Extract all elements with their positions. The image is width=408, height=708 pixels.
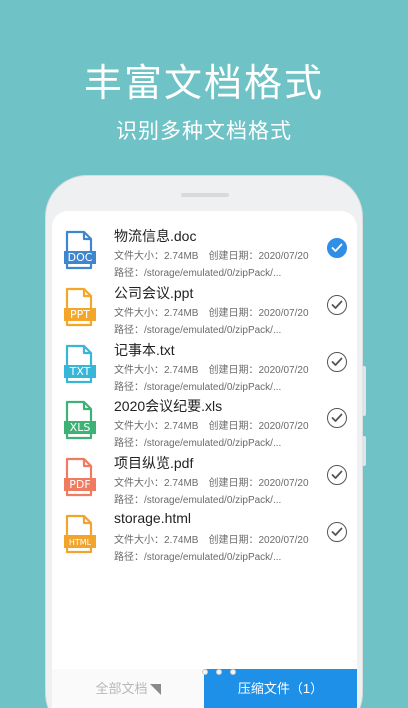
svg-text:HTML: HTML (69, 538, 92, 547)
page-dot (230, 669, 236, 675)
file-meta: 文件大小：2.74MB 创建日期：2020/07/20 (114, 247, 309, 262)
file-name: 物流信息.doc (114, 228, 197, 244)
checkmark-icon (331, 470, 343, 480)
file-meta: 文件大小：2.74MB 创建日期：2020/07/20 (114, 361, 309, 376)
file-path: 路径：/storage/emulated/0/zipPack/... (114, 268, 282, 279)
file-date: 创建日期：2020/07/20 (208, 307, 309, 319)
checkmark-icon (331, 413, 343, 423)
file-size: 文件大小：2.74MB (114, 364, 199, 376)
file-meta: 文件大小：2.74MB 创建日期：2020/07/20 (114, 531, 309, 546)
select-checkbox[interactable] (327, 294, 347, 315)
file-date: 创建日期：2020/07/20 (208, 421, 309, 433)
svg-text:DOC: DOC (68, 251, 93, 264)
svg-text:PPT: PPT (70, 308, 90, 321)
file-list-item[interactable]: HTML storage.html 文件大小：2.74MB 创建日期：2020/07/… (52, 506, 357, 563)
file-path: 路径：/storage/emulated/0/zipPack/... (114, 381, 282, 393)
doc-file-icon: DOC (64, 230, 96, 270)
file-path: 路径：/storage/emulated/0/zipPack/... (114, 495, 282, 507)
file-date: 创建日期：2020/07/20 (208, 478, 309, 490)
file-path: 路径：/storage/emulated/0/zipPack/... (114, 324, 282, 336)
select-checkbox[interactable] (327, 351, 347, 372)
pdf-file-icon: PDF (64, 457, 96, 497)
file-list-item[interactable]: PDF 项目纵览.pdf 文件大小：2.74MB 创建日期：2020/07/20 路径：… (52, 449, 357, 507)
file-path: 路径：/storage/emulated/0/zipPack/... (114, 552, 282, 563)
page-dot (216, 669, 222, 675)
xls-file-icon: XLS (64, 400, 96, 440)
ppt-file-icon: PPT (64, 287, 96, 327)
file-list-item[interactable]: XLS 2020会议纪要.xls 文件大小：2.74MB 创建日期：2020/07/2… (52, 392, 357, 450)
file-name: 2020会议纪要.xls (114, 398, 223, 415)
phone-side-button (362, 366, 366, 416)
page-indicator (202, 669, 242, 677)
file-size: 文件大小：2.74MB (114, 478, 199, 490)
file-name: 项目纵览.pdf (114, 455, 194, 472)
checkmark-icon (331, 527, 343, 536)
svg-text:PDF: PDF (69, 478, 90, 491)
checkmark-icon (331, 243, 343, 252)
file-list-screen: DOC 物流信息.doc 文件大小：2.74MB 创建日期：2020/07/20 路径：… (52, 211, 357, 708)
file-list-item[interactable]: PPT 公司会议.ppt 文件大小：2.74MB 创建日期：2020/07/20 路径：… (52, 279, 357, 336)
txt-file-icon: TXT (64, 344, 96, 384)
file-name: storage.html (114, 510, 192, 526)
select-checkbox[interactable] (327, 522, 347, 542)
file-name: 记事本.txt (114, 341, 175, 358)
file-size: 文件大小：2.74MB (114, 307, 199, 319)
phone-speaker (181, 193, 229, 197)
file-size: 文件大小：2.74MB (114, 421, 199, 433)
file-path: 路径：/storage/emulated/0/zipPack/... (114, 438, 282, 450)
all-documents-label: 全部文档 (95, 681, 148, 696)
html-file-icon: HTML (64, 514, 96, 554)
promo-headline: 丰富文档格式 (83, 61, 324, 105)
file-meta: 文件大小：2.74MB 创建日期：2020/07/20 (114, 304, 309, 319)
file-size: 文件大小：2.74MB (114, 251, 199, 262)
promo-subheadline: 识别多种文档格式 (116, 119, 292, 143)
select-checkbox[interactable] (327, 238, 347, 258)
file-list-item[interactable]: DOC 物流信息.doc 文件大小：2.74MB 创建日期：2020/07/20 路径：… (52, 222, 357, 279)
page-dot (202, 669, 208, 675)
file-date: 创建日期：2020/07/20 (208, 535, 309, 546)
svg-text:XLS: XLS (70, 421, 91, 434)
select-checkbox[interactable] (327, 408, 347, 429)
select-checkbox[interactable] (327, 465, 347, 486)
all-documents-button[interactable]: 全部文档 (52, 669, 204, 708)
file-size: 文件大小：2.74MB (114, 535, 199, 546)
file-date: 创建日期：2020/07/20 (208, 364, 309, 376)
checkmark-icon (331, 300, 343, 309)
corner-triangle-icon (149, 684, 161, 696)
checkmark-icon (331, 357, 343, 366)
file-meta: 文件大小：2.74MB 创建日期：2020/07/20 (114, 417, 309, 432)
file-meta: 文件大小：2.74MB 创建日期：2020/07/20 (114, 474, 309, 489)
svg-text:TXT: TXT (69, 365, 91, 378)
file-list-item[interactable]: TXT 记事本.txt 文件大小：2.74MB 创建日期：2020/07/20 路径：/… (52, 336, 357, 393)
file-name: 公司会议.ppt (114, 284, 194, 301)
phone-side-button (362, 436, 366, 466)
file-date: 创建日期：2020/07/20 (208, 251, 309, 262)
